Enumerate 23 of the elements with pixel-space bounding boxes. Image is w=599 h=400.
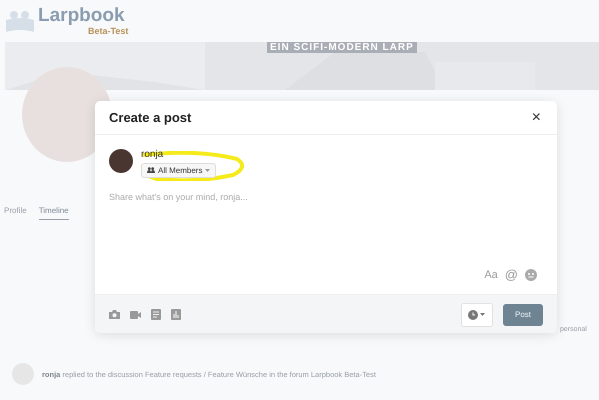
banner-title: EIN SCIFI-MODERN LARP (267, 42, 417, 53)
document-icon[interactable] (151, 309, 161, 320)
avatar (109, 149, 133, 173)
post-button[interactable]: Post (502, 304, 543, 326)
modal-title: Create a post (109, 110, 192, 125)
site-tagline: Beta-Test (88, 26, 128, 36)
caret-icon (205, 168, 210, 172)
close-button[interactable]: × (530, 108, 543, 126)
format-button[interactable]: Aa (484, 268, 498, 280)
schedule-button[interactable] (460, 302, 493, 326)
clock-icon (468, 310, 478, 320)
camera-icon[interactable] (109, 310, 120, 319)
group-icon (147, 167, 155, 173)
mention-button[interactable]: @ (504, 267, 518, 282)
video-icon[interactable] (130, 310, 141, 318)
poll-icon[interactable] (171, 309, 181, 320)
profile-tab[interactable]: Profile (4, 206, 27, 220)
audience-dropdown[interactable]: All Members (141, 162, 216, 178)
site-logo[interactable]: Larpbook (38, 5, 125, 26)
emoji-icon[interactable] (525, 268, 537, 280)
logo-icon (6, 10, 34, 32)
caret-icon (480, 313, 486, 316)
profile-tab[interactable]: Timeline (38, 206, 69, 220)
